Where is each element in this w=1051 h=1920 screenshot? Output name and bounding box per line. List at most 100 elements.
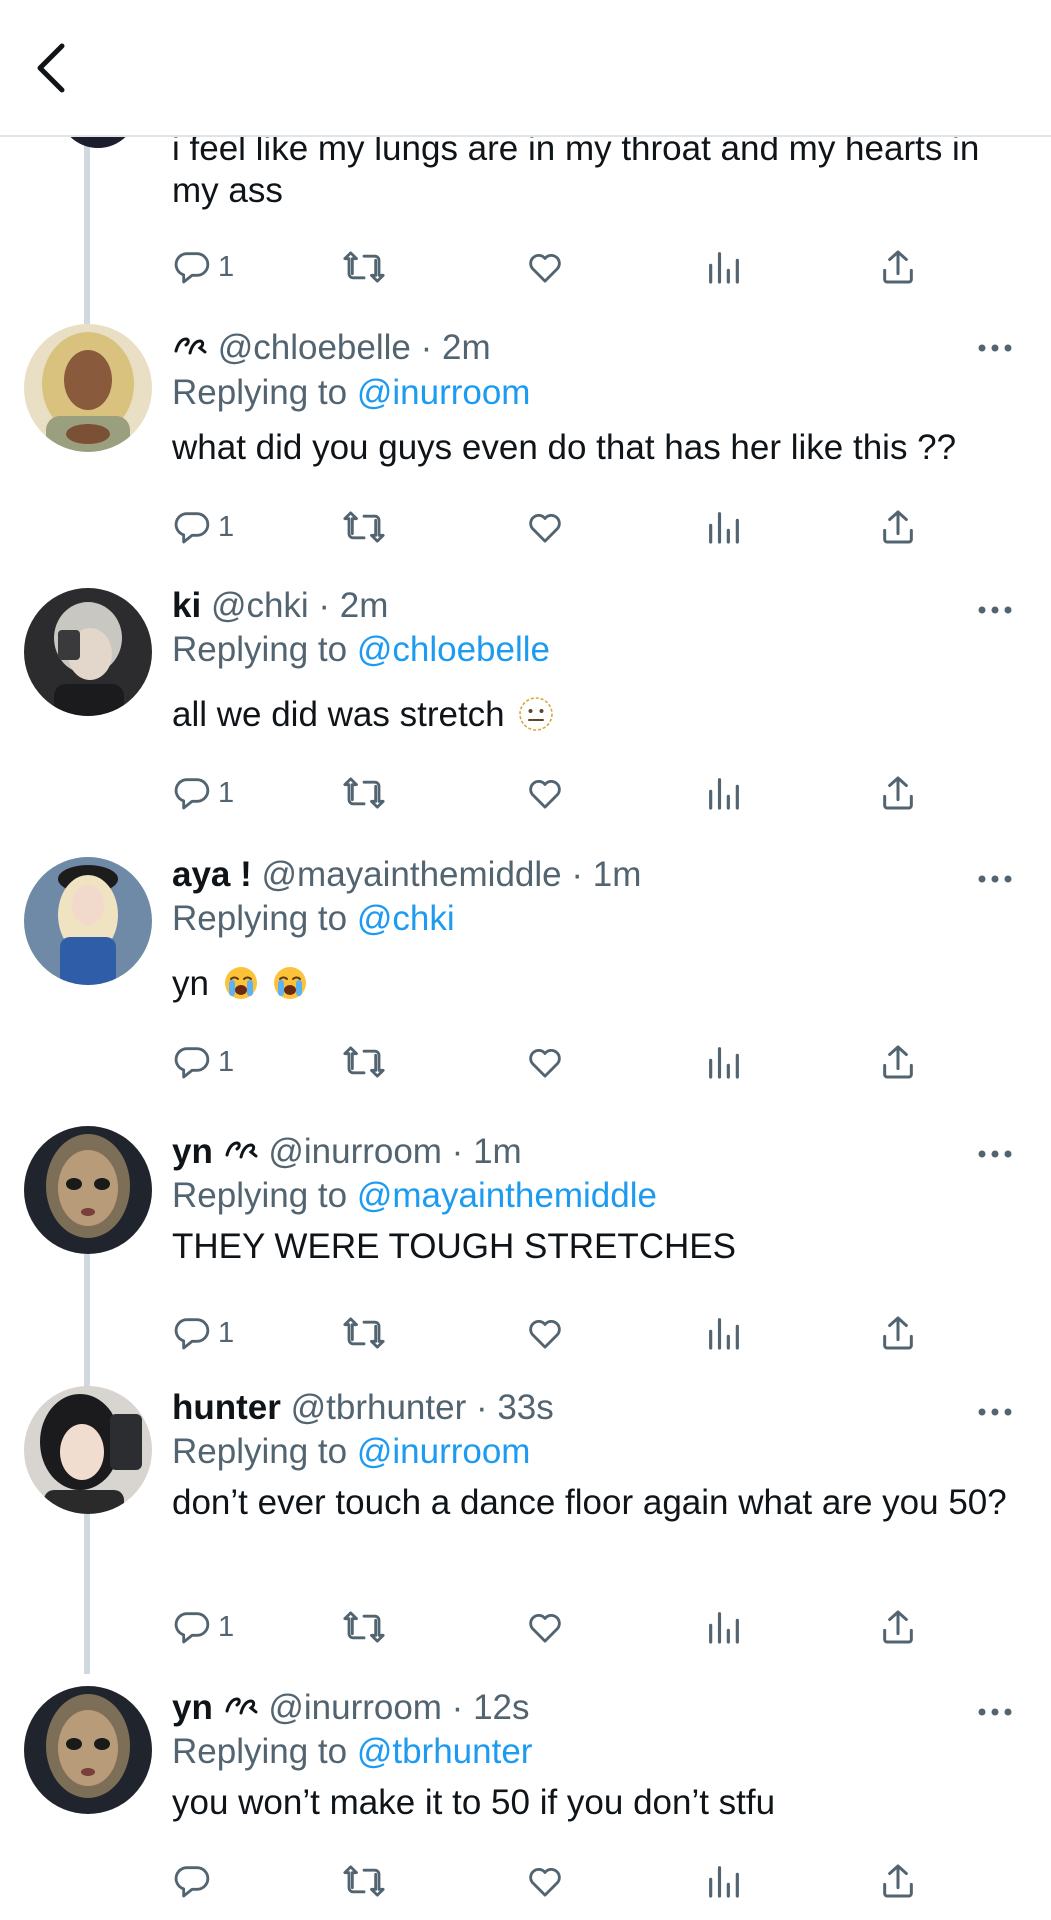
like-button[interactable]: [524, 1602, 566, 1652]
reply-button[interactable]: 1: [172, 768, 234, 818]
avatar[interactable]: [24, 1386, 152, 1514]
more-options-button[interactable]: [977, 1146, 1017, 1166]
heart-icon: [529, 513, 561, 543]
retweet-icon: [343, 251, 385, 283]
tweet-actions: 1: [172, 1602, 932, 1652]
tweet-actions: 1: [172, 242, 932, 292]
like-button[interactable]: [524, 242, 566, 292]
reply-icon: [174, 1318, 210, 1350]
share-button[interactable]: [878, 242, 918, 292]
reply-count: 1: [218, 1045, 235, 1078]
more-icon: [978, 1150, 1012, 1158]
share-icon: [883, 510, 913, 544]
heart-icon: [529, 1048, 561, 1078]
share-icon: [883, 1610, 913, 1644]
avatar-image: [24, 324, 152, 452]
display-name[interactable]: yn: [172, 1688, 213, 1727]
like-button[interactable]: [524, 502, 566, 552]
tweet-meta: @chloebelle · 2m: [172, 326, 1011, 370]
display-name[interactable]: ki: [172, 586, 201, 625]
more-options-button[interactable]: [977, 340, 1017, 360]
views-icon: [709, 1318, 739, 1350]
reply-button[interactable]: 1: [172, 502, 234, 552]
display-name[interactable]: yn: [172, 1132, 213, 1171]
like-button[interactable]: [524, 1308, 566, 1358]
share-button[interactable]: [878, 1037, 918, 1087]
retweet-button[interactable]: [342, 1308, 386, 1358]
handle-time[interactable]: @mayainthemiddle · 1m: [262, 855, 642, 894]
more-icon: [978, 1408, 1012, 1416]
views-icon: [709, 1047, 739, 1079]
retweet-button[interactable]: [342, 1602, 386, 1652]
mention-link[interactable]: @inurroom: [357, 373, 531, 412]
display-name[interactable]: aya !: [172, 855, 252, 894]
reply-icon: [174, 1047, 210, 1079]
back-button[interactable]: [32, 40, 82, 100]
handle-time[interactable]: @inurroom · 1m: [268, 1132, 521, 1171]
handle-time[interactable]: @tbrhunter · 33s: [291, 1388, 554, 1427]
retweet-button[interactable]: [342, 502, 386, 552]
handle-time[interactable]: @chki · 2m: [211, 586, 389, 625]
mention-link[interactable]: @chki: [357, 899, 455, 938]
share-button[interactable]: [878, 502, 918, 552]
avatar[interactable]: [24, 1126, 152, 1254]
avatar-image: [24, 857, 152, 985]
more-icon: [978, 606, 1012, 614]
heart-icon: [529, 779, 561, 809]
reply-button[interactable]: 1: [172, 1602, 234, 1652]
retweet-button[interactable]: [342, 1856, 386, 1906]
retweet-button[interactable]: [342, 768, 386, 818]
views-button[interactable]: [704, 1308, 744, 1358]
tweet-actions: 1: [172, 502, 932, 552]
mention-link[interactable]: @inurroom: [357, 1432, 531, 1471]
retweet-button[interactable]: [342, 242, 386, 292]
reply-count: 1: [218, 776, 235, 809]
avatar[interactable]: [24, 857, 152, 985]
reply-button[interactable]: 1: [172, 1308, 234, 1358]
like-button[interactable]: [524, 768, 566, 818]
replying-to: Replying to @chloebelle: [172, 630, 550, 669]
mention-link[interactable]: @chloebelle: [357, 630, 550, 669]
more-options-button[interactable]: [977, 1704, 1017, 1724]
share-button[interactable]: [878, 1602, 918, 1652]
loudly-crying-face-emoji-icon: [224, 967, 257, 999]
more-icon: [978, 344, 1012, 352]
more-options-button[interactable]: [977, 602, 1017, 622]
reply-button[interactable]: 1: [172, 242, 234, 292]
heart-icon: [529, 1613, 561, 1643]
loudly-crying-face-emoji-icon: [274, 967, 307, 999]
mention-link[interactable]: @mayainthemiddle: [357, 1176, 657, 1215]
replying-to: Replying to @inurroom: [172, 1432, 531, 1471]
retweet-icon: [343, 777, 385, 809]
share-button[interactable]: [878, 1856, 918, 1906]
views-button[interactable]: [704, 768, 744, 818]
top-bar: [0, 0, 1051, 137]
like-button[interactable]: [524, 1856, 566, 1906]
avatar[interactable]: [24, 324, 152, 452]
share-button[interactable]: [878, 1308, 918, 1358]
like-button[interactable]: [524, 1037, 566, 1087]
mention-link[interactable]: @tbrhunter: [357, 1732, 533, 1771]
views-button[interactable]: [704, 242, 744, 292]
avatar[interactable]: [24, 1686, 152, 1814]
avatar-image: [24, 1386, 152, 1514]
views-button[interactable]: [704, 1602, 744, 1652]
replying-to: Replying to @tbrhunter: [172, 1732, 533, 1771]
avatar-image: [24, 1126, 152, 1254]
share-icon: [883, 1864, 913, 1898]
avatar[interactable]: [24, 588, 152, 716]
reply-button[interactable]: [172, 1856, 218, 1906]
more-options-button[interactable]: [977, 1404, 1017, 1424]
reply-icon: [174, 252, 210, 284]
views-button[interactable]: [704, 1856, 744, 1906]
views-button[interactable]: [704, 1037, 744, 1087]
reply-count: 1: [218, 250, 235, 283]
views-button[interactable]: [704, 502, 744, 552]
display-name[interactable]: hunter: [172, 1388, 281, 1427]
share-button[interactable]: [878, 768, 918, 818]
retweet-button[interactable]: [342, 1037, 386, 1087]
handle-time[interactable]: @inurroom · 12s: [268, 1688, 529, 1727]
reply-button[interactable]: 1: [172, 1037, 234, 1087]
handle-time[interactable]: @chloebelle · 2m: [218, 328, 491, 367]
more-options-button[interactable]: [977, 871, 1017, 891]
